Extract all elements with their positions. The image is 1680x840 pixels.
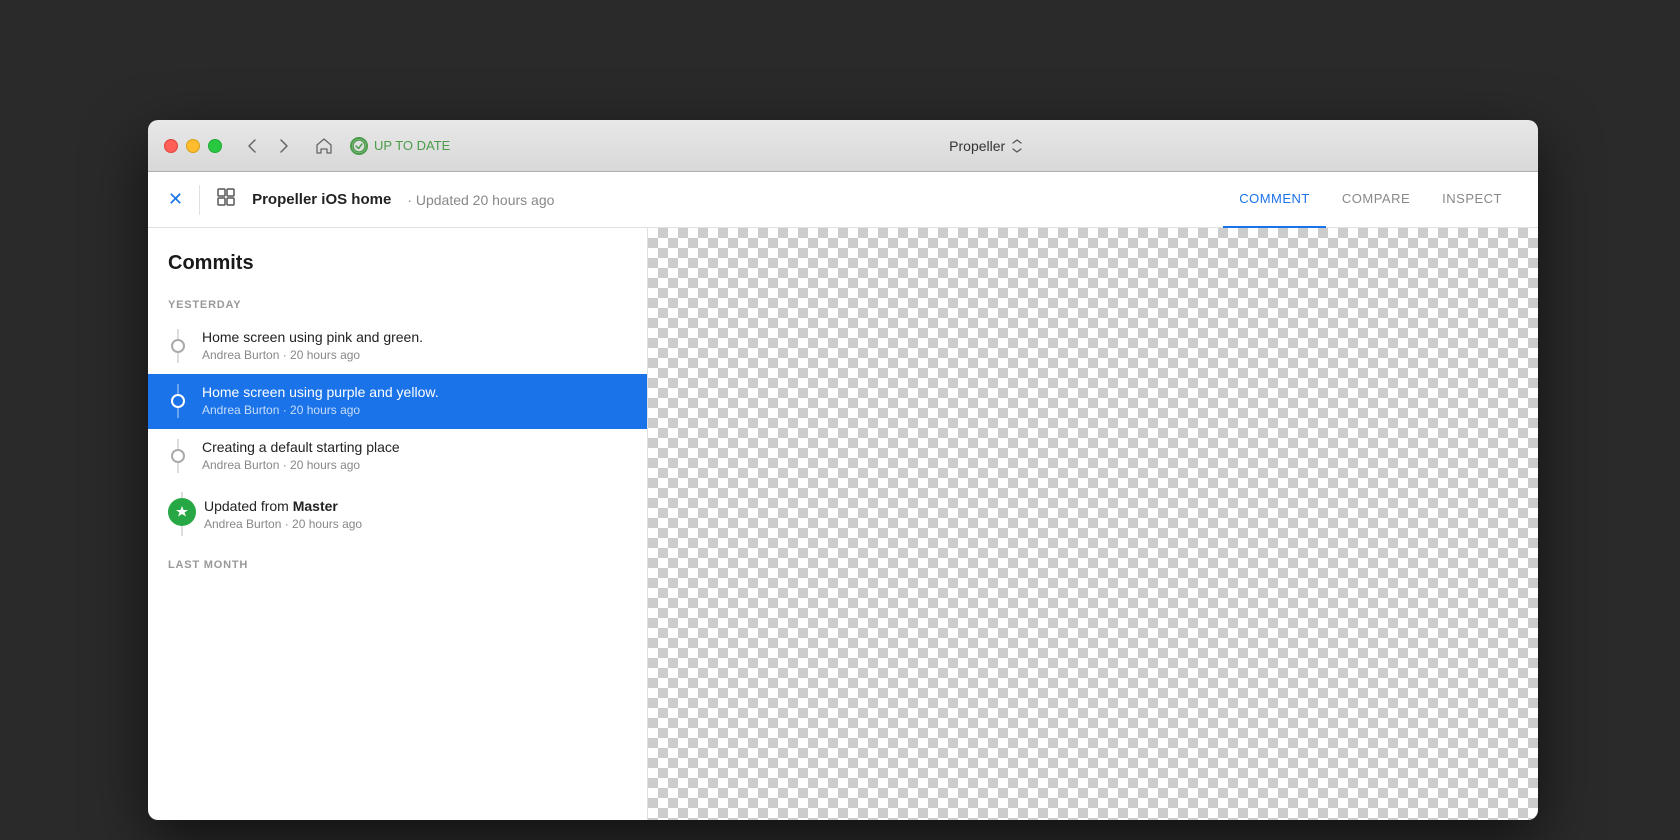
commit-info-3: Creating a default starting place Andrea… <box>202 439 627 484</box>
commit-title-3: Creating a default starting place <box>202 439 627 455</box>
titlebar-center: Propeller <box>450 138 1522 154</box>
nav-buttons <box>238 132 298 160</box>
commit-dot-3 <box>171 449 185 463</box>
minimize-button[interactable] <box>186 139 200 153</box>
app-name: Propeller <box>949 138 1005 154</box>
commit-item-3[interactable]: Creating a default starting place Andrea… <box>148 429 647 484</box>
app-window: UP TO DATE Propeller ✕ <box>148 120 1538 820</box>
desktop: UP TO DATE Propeller ✕ <box>0 0 1680 840</box>
commit-dot-selected <box>171 394 185 408</box>
frame-icon <box>216 187 236 212</box>
commit-info-master: Updated from Master Andrea Burton · 20 h… <box>204 492 627 543</box>
status-icon <box>350 137 368 155</box>
tab-compare[interactable]: COMPARE <box>1326 172 1426 228</box>
commit-dot <box>171 339 185 353</box>
commit-title: Home screen using pink and green. <box>202 329 627 345</box>
commit-timeline-master <box>168 492 196 536</box>
toolbar-title: Propeller iOS home <box>252 191 391 208</box>
app-title: Propeller <box>949 138 1023 154</box>
toolbar-tabs: COMMENT COMPARE INSPECT <box>1223 172 1518 228</box>
traffic-lights <box>164 139 222 153</box>
back-button[interactable] <box>238 132 266 160</box>
toolbar-divider <box>199 185 200 215</box>
commit-item[interactable]: Home screen using pink and green. Andrea… <box>148 319 647 374</box>
main-content: Commits YESTERDAY Home screen using pink… <box>148 228 1538 820</box>
commit-timeline <box>168 329 188 363</box>
commit-meta-3: Andrea Burton · 20 hours ago <box>202 458 627 472</box>
toolbar-left: ✕ Propeller iOS home · Updated 20 hours … <box>168 185 1223 215</box>
tab-inspect[interactable]: INSPECT <box>1426 172 1518 228</box>
forward-button[interactable] <box>270 132 298 160</box>
home-button[interactable] <box>310 132 338 160</box>
commit-item-selected[interactable]: Home screen using purple and yellow. And… <box>148 374 647 429</box>
status-badge: UP TO DATE <box>350 137 450 155</box>
commit-title-selected: Home screen using purple and yellow. <box>202 384 627 400</box>
close-x-button[interactable]: ✕ <box>168 189 183 210</box>
tab-comment[interactable]: COMMENT <box>1223 172 1326 228</box>
sidebar: Commits YESTERDAY Home screen using pink… <box>148 228 648 820</box>
commit-timeline-selected <box>168 384 188 418</box>
section-yesterday: YESTERDAY <box>148 291 647 319</box>
commit-info-selected: Home screen using purple and yellow. And… <box>202 384 627 429</box>
commit-title-master: Updated from Master <box>204 498 627 514</box>
commit-info: Home screen using pink and green. Andrea… <box>202 329 627 374</box>
status-text: UP TO DATE <box>374 138 450 153</box>
commit-meta-selected: Andrea Burton · 20 hours ago <box>202 403 627 417</box>
commit-timeline-3 <box>168 439 188 473</box>
master-dot <box>168 498 196 526</box>
commits-heading: Commits <box>148 228 647 291</box>
maximize-button[interactable] <box>208 139 222 153</box>
titlebar: UP TO DATE Propeller <box>148 120 1538 172</box>
toolbar-subtitle: · Updated 20 hours ago <box>407 192 554 208</box>
commit-meta-master: Andrea Burton · 20 hours ago <box>204 517 627 531</box>
commit-item-master[interactable]: Updated from Master Andrea Burton · 20 h… <box>148 484 647 543</box>
canvas-area <box>648 228 1538 820</box>
commit-meta: Andrea Burton · 20 hours ago <box>202 348 627 362</box>
close-button[interactable] <box>164 139 178 153</box>
toolbar: ✕ Propeller iOS home · Updated 20 hours … <box>148 172 1538 228</box>
section-last-month: LAST MONTH <box>148 551 647 579</box>
